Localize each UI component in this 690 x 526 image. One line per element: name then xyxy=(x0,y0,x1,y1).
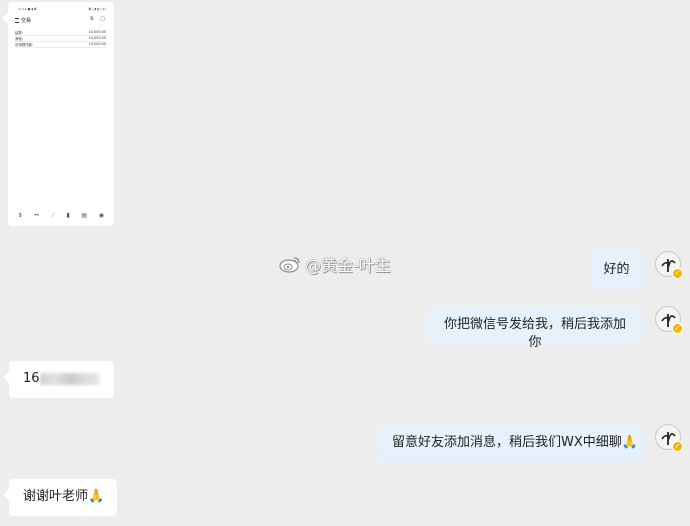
phone-status-left: 11:16 ■ ▮ ◘ · xyxy=(18,7,39,11)
emoji-pray-icon: 🙏 xyxy=(621,435,638,450)
phone-toolbar: ⇅ ▢ xyxy=(90,16,105,22)
verified-badge-icon: ✓ xyxy=(672,268,683,279)
row-value: 10,000.00 xyxy=(88,42,106,46)
shared-screenshot-image[interactable]: 11:16 ■ ▮ ◘ · ◘ ▯ ▮ ▮ ▯ 91 交易 ⇅ ▢ 结算: 10… xyxy=(2,2,114,226)
message-text: 16 xyxy=(23,371,40,386)
avatar[interactable]: ✓ xyxy=(655,251,683,279)
document-icon: ▢ xyxy=(100,16,105,22)
phone-margin-row: 可用预付款: 10,000.00 xyxy=(15,42,106,48)
watermark-text: @黄金-叶生 xyxy=(305,256,391,275)
avatar[interactable]: ✓ xyxy=(655,424,683,452)
message-bubble[interactable]: 留意好友添加消息，稍后我们WX中细聊🙏 xyxy=(378,425,643,462)
message-bubble[interactable]: 16 xyxy=(3,361,114,398)
message-text: 你把微信号发给我，稍后我添加你 xyxy=(443,317,626,350)
message-text: 好的 xyxy=(603,262,630,277)
message-bubble[interactable]: 好的 xyxy=(590,252,643,289)
history-icon: ▮ xyxy=(66,212,70,219)
message-bubble[interactable]: 谢谢叶老师🙏 xyxy=(3,479,117,516)
row-value: 10,000.00 xyxy=(88,30,106,34)
message-bubble[interactable]: 你把微信号发给我，稍后我添加你 xyxy=(427,307,643,350)
avatar[interactable]: ✓ xyxy=(655,306,683,334)
quotes-icon: ⥮ xyxy=(18,212,23,219)
weibo-icon xyxy=(279,255,301,273)
redacted-content xyxy=(39,372,100,385)
phone-status-bar: 11:16 ■ ▮ ◘ · ◘ ▯ ▮ ▮ ▯ 91 xyxy=(18,7,106,12)
chat-icon: ◉ xyxy=(98,212,104,219)
verified-badge-icon: ✓ xyxy=(672,323,683,334)
phone-bottom-nav: ⥮ ꕹ ⟋ ▮ ▤ ◉ xyxy=(18,212,104,220)
row-key: 净值: xyxy=(15,37,23,41)
phone-title-text: 交易 xyxy=(21,18,32,24)
sort-icon: ⇅ xyxy=(89,16,94,22)
weibo-watermark: @黄金-叶生 xyxy=(279,252,391,276)
emoji-pray-icon: 🙏 xyxy=(88,489,105,504)
news-icon: ▤ xyxy=(81,212,88,219)
message-text: 谢谢叶老师 xyxy=(23,489,89,504)
phone-status-right: ◘ ▯ ▮ ▮ ▯ 91 xyxy=(88,7,106,11)
menu-icon xyxy=(15,18,19,23)
trade-icon: ⟋ xyxy=(50,212,55,219)
row-key: 结算: xyxy=(15,31,23,35)
phone-page-title: 交易 xyxy=(15,17,31,24)
chart-icon: ꕹ xyxy=(34,212,40,219)
row-value: 10,000.00 xyxy=(88,36,106,40)
verified-badge-icon: ✓ xyxy=(672,441,683,452)
row-key: 可用预付款: xyxy=(15,43,34,47)
message-text: 留意好友添加消息，稍后我们WX中细聊 xyxy=(392,435,622,450)
